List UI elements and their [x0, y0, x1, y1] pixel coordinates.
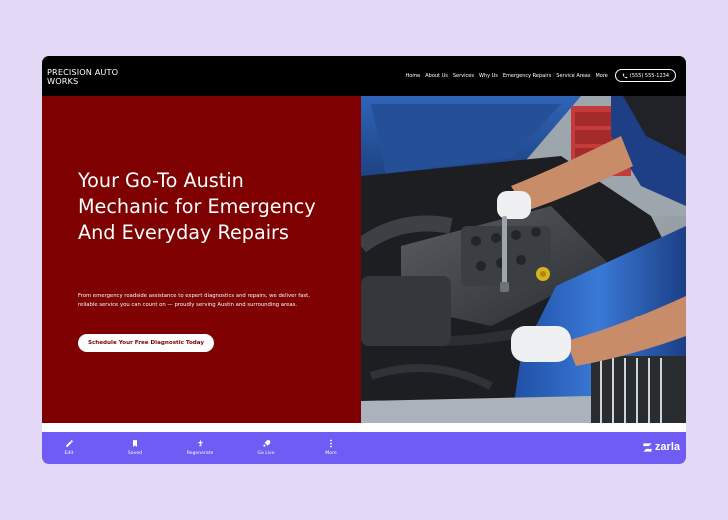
- nav-link-services[interactable]: Services: [453, 73, 474, 79]
- regenerate-button[interactable]: Regenerate: [180, 439, 220, 456]
- hero-subtitle: From emergency roadside assistance to ex…: [78, 293, 310, 308]
- zarla-mark-icon: [643, 442, 652, 452]
- pencil-icon: [65, 440, 73, 447]
- hero-image: [361, 96, 686, 423]
- go-live-button[interactable]: Go Live: [246, 439, 286, 456]
- editor-toolbar: Edit Saved Regenerate Go Live More zarla: [42, 432, 686, 464]
- saved-label: Saved: [127, 451, 143, 456]
- brand-line-2: WORKS: [47, 76, 79, 86]
- nav-link-service-areas[interactable]: Service Areas: [556, 73, 590, 79]
- sparkle-icon: [197, 439, 203, 447]
- phone-button[interactable]: (555) 555-1234: [614, 69, 676, 82]
- hero-title: Your Go-To Austin Mechanic for Emergency…: [78, 169, 316, 244]
- vertical-dots-icon: [330, 439, 332, 448]
- bookmark-icon: [133, 440, 137, 447]
- nav-link-emergency-repairs[interactable]: Emergency Repairs: [503, 73, 551, 79]
- site-preview-frame: PRECISION AUTO WORKS Home About Us Servi…: [42, 56, 686, 464]
- zarla-wordmark: zarla: [654, 441, 680, 453]
- more-label: More: [325, 451, 337, 456]
- top-navigation: PRECISION AUTO WORKS Home About Us Servi…: [42, 56, 686, 96]
- more-button[interactable]: More: [311, 439, 351, 456]
- phone-number: (555) 555-1234: [629, 72, 669, 79]
- edit-label: Edit: [64, 451, 74, 456]
- hero-text-panel: Your Go-To Austin Mechanic for Emergency…: [42, 96, 361, 423]
- rocket-icon: [262, 440, 270, 447]
- edit-button[interactable]: Edit: [49, 439, 89, 456]
- go-live-label: Go Live: [257, 451, 275, 456]
- nav-link-more[interactable]: More: [595, 73, 607, 79]
- saved-button[interactable]: Saved: [115, 439, 155, 456]
- regenerate-label: Regenerate: [186, 451, 214, 456]
- nav-link-why-us[interactable]: Why Us: [479, 73, 498, 79]
- nav-link-about-us[interactable]: About Us: [425, 73, 448, 79]
- nav-link-home[interactable]: Home: [405, 73, 420, 79]
- schedule-diagnostic-button[interactable]: Schedule Your Free Diagnostic Today: [78, 334, 214, 352]
- mechanic-engine-photo: [361, 96, 686, 423]
- nav-menu: Home About Us Services Why Us Emergency …: [400, 69, 676, 82]
- zarla-logo: zarla: [642, 441, 680, 453]
- phone-icon: [622, 73, 628, 78]
- brand-logo[interactable]: PRECISION AUTO WORKS: [47, 68, 147, 86]
